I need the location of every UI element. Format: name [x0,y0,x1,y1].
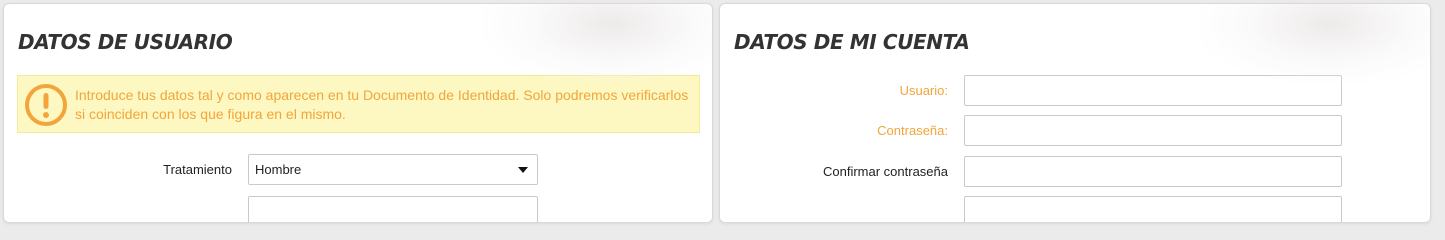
treatment-selected-value: Hombre [255,162,302,177]
confirm-password-row: Confirmar contraseña [720,156,1420,187]
username-input[interactable] [964,75,1342,106]
treatment-label: Tratamiento [163,162,232,177]
confirm-password-label: Confirmar contraseña [823,164,948,179]
treatment-select[interactable]: Hombre [248,154,538,185]
next-field-input[interactable] [248,196,538,222]
username-row: Usuario: [720,75,1420,106]
user-data-title: DATOS DE USUARIO [18,30,233,54]
confirm-password-input[interactable] [964,156,1342,187]
password-input[interactable] [964,115,1342,146]
next-field-row [4,196,704,222]
identity-alert: Introduce tus datos tal y como aparecen … [17,75,700,133]
password-row: Contraseña: [720,115,1420,146]
alert-message: Introduce tus datos tal y como aparecen … [75,87,689,122]
account-data-title: DATOS DE MI CUENTA [734,30,970,54]
next-account-input[interactable] [964,196,1342,222]
treatment-row: Tratamiento Hombre [4,154,704,185]
user-data-panel: DATOS DE USUARIO Introduce tus datos tal… [3,3,713,223]
password-label: Contraseña: [877,123,948,138]
username-label: Usuario: [899,83,948,98]
account-data-panel: DATOS DE MI CUENTA Usuario: Contraseña: … [719,3,1431,223]
exclamation-circle-icon [25,84,67,126]
next-account-row [720,196,1420,222]
caret-down-icon [518,167,528,173]
